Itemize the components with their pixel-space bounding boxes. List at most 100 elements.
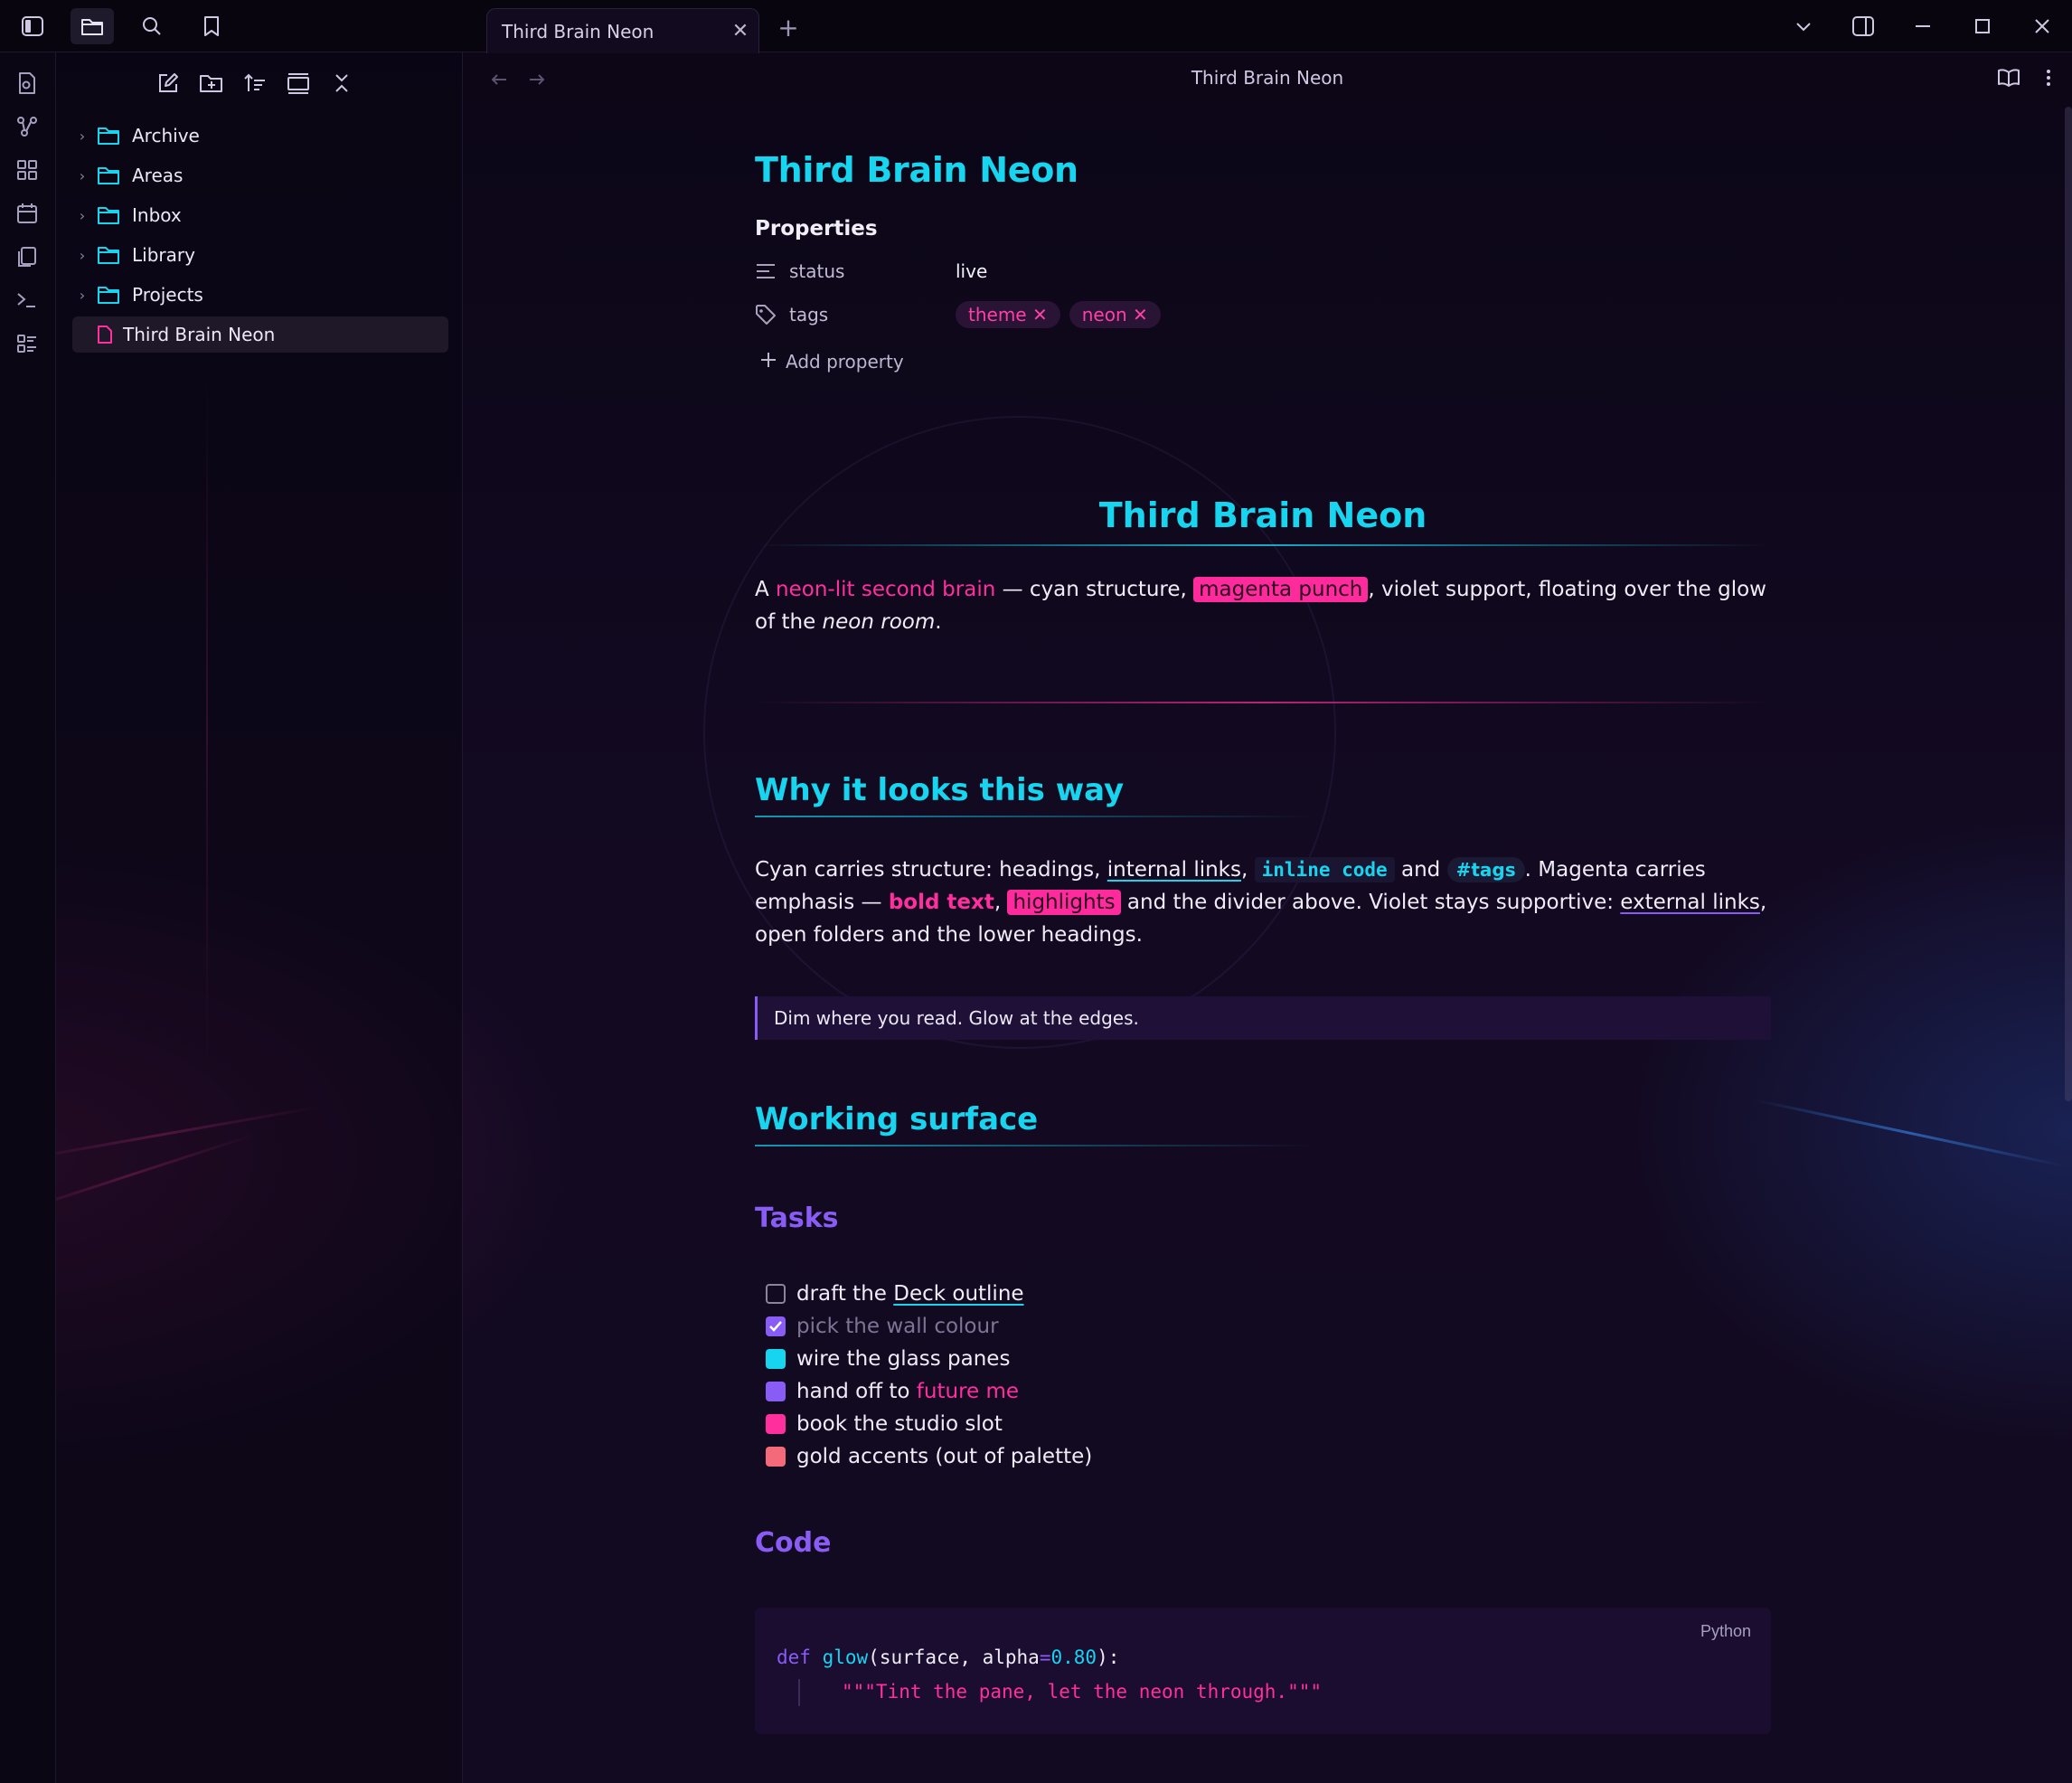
task-label: gold accents (out of palette) xyxy=(796,1445,1093,1468)
chevron-right-icon: › xyxy=(79,246,86,264)
folder-label: Inbox xyxy=(132,204,182,226)
property-key: tags xyxy=(789,304,829,325)
ribbon xyxy=(0,52,56,1783)
folder-library[interactable]: › Library xyxy=(72,235,448,275)
heading-2-working-surface: Working surface xyxy=(755,1101,1771,1146)
task-item: pick the wall colour xyxy=(755,1310,1771,1343)
property-value[interactable]: live xyxy=(956,260,987,282)
checkbox[interactable] xyxy=(766,1284,786,1304)
window-close-icon[interactable] xyxy=(2012,0,2072,52)
view-header: Third Brain Neon xyxy=(463,52,2072,105)
file-label: Third Brain Neon xyxy=(123,324,276,345)
folder-label: Projects xyxy=(132,284,203,306)
note-content: Third Brain Neon Properties status live … xyxy=(755,105,1771,1734)
tab-third-brain-neon[interactable]: Third Brain Neon ✕ xyxy=(486,8,759,53)
view-header-title[interactable]: Third Brain Neon xyxy=(463,67,2072,89)
title-bar: Third Brain Neon ✕ + xyxy=(0,0,2072,53)
folder-projects[interactable]: › Projects xyxy=(72,275,448,315)
code-line: def glow(surface, alpha=0.80): xyxy=(777,1646,1120,1668)
task-list: draft the Deck outline pick the wall col… xyxy=(755,1278,1771,1473)
folder-icon xyxy=(92,245,125,265)
canvas-icon[interactable] xyxy=(11,154,43,186)
code-line: """Tint the pane, let the neon through."… xyxy=(777,1675,1749,1709)
folder-label: Library xyxy=(132,244,195,266)
file-third-brain-neon[interactable]: Third Brain Neon xyxy=(72,316,448,353)
task-item: book the studio slot xyxy=(755,1408,1771,1440)
property-key: status xyxy=(789,260,845,282)
blockquote: Dim where you read. Glow at the edges. xyxy=(755,996,1771,1040)
hashtag[interactable]: #tags xyxy=(1446,857,1525,882)
maximize-icon[interactable] xyxy=(1953,0,2012,52)
horizontal-rule xyxy=(755,702,1771,703)
checkbox-checked[interactable] xyxy=(766,1316,786,1336)
property-status[interactable]: status live xyxy=(755,250,1771,293)
chevron-right-icon: › xyxy=(79,166,86,184)
internal-link[interactable]: future me xyxy=(917,1380,1019,1403)
task-item: wire the glass panes xyxy=(755,1343,1771,1375)
right-sidebar-toggle-icon[interactable] xyxy=(1833,0,1893,52)
folder-areas[interactable]: › Areas xyxy=(72,156,448,195)
sort-icon[interactable] xyxy=(240,69,269,98)
calendar-icon[interactable] xyxy=(11,197,43,230)
task-item: draft the Deck outline xyxy=(755,1278,1771,1310)
code-language-label: Python xyxy=(1700,1622,1751,1640)
inline-title[interactable]: Third Brain Neon xyxy=(755,150,1771,190)
add-property-button[interactable]: Add property xyxy=(755,336,1771,387)
new-note-icon[interactable] xyxy=(154,69,183,98)
file-icon xyxy=(94,325,116,344)
properties-heading[interactable]: Properties xyxy=(755,217,1771,241)
chevron-right-icon: › xyxy=(79,206,86,224)
checkbox-violet[interactable] xyxy=(766,1382,786,1401)
code-block: Python def glow(surface, alpha=0.80): ""… xyxy=(755,1608,1771,1734)
external-link[interactable]: external links xyxy=(1620,891,1760,914)
folder-icon xyxy=(92,126,125,146)
checkbox-coral[interactable] xyxy=(766,1447,786,1467)
text-lines-icon xyxy=(755,262,789,280)
new-tab-button[interactable]: + xyxy=(770,9,806,45)
heading-2-why: Why it looks this way xyxy=(755,772,1771,817)
collapse-all-icon[interactable] xyxy=(327,69,356,98)
file-tree: › Archive › Areas › Inbox › Library › Pr… xyxy=(72,116,448,353)
reading-view-icon[interactable] xyxy=(1992,61,2025,94)
sidebar-toggle-icon[interactable] xyxy=(11,8,54,44)
plus-icon xyxy=(760,351,777,373)
open-quick-switcher-icon[interactable] xyxy=(11,67,43,99)
chevron-down-icon[interactable] xyxy=(1774,0,1833,52)
internal-link[interactable]: Deck outline xyxy=(893,1282,1023,1306)
chevron-right-icon: › xyxy=(79,127,86,145)
tag-pill[interactable]: theme ✕ xyxy=(956,301,1060,328)
heading-3-code: Code xyxy=(755,1527,832,1559)
new-folder-icon[interactable] xyxy=(197,69,226,98)
internal-link[interactable]: neon-lit second brain xyxy=(776,578,995,601)
property-tags[interactable]: tags theme ✕ neon ✕ xyxy=(755,293,1771,336)
folder-icon xyxy=(92,165,125,185)
command-list-icon[interactable] xyxy=(11,327,43,360)
file-explorer-icon[interactable] xyxy=(71,8,114,44)
checkbox-magenta[interactable] xyxy=(766,1414,786,1434)
scrollbar[interactable] xyxy=(2065,107,2072,1101)
checkbox-cyan[interactable] xyxy=(766,1349,786,1369)
bookmark-icon[interactable] xyxy=(190,8,233,44)
remove-tag-icon[interactable]: ✕ xyxy=(1133,304,1148,325)
heading-3-tasks: Tasks xyxy=(755,1203,839,1234)
task-item: gold accents (out of palette) xyxy=(755,1440,1771,1473)
folder-inbox[interactable]: › Inbox xyxy=(72,195,448,235)
folder-icon xyxy=(92,205,125,225)
more-options-icon[interactable] xyxy=(2038,61,2059,94)
graph-view-icon[interactable] xyxy=(11,110,43,143)
folder-archive[interactable]: › Archive xyxy=(72,116,448,156)
close-icon[interactable]: ✕ xyxy=(722,14,758,50)
indent-guide xyxy=(798,1679,800,1706)
terminal-icon[interactable] xyxy=(11,284,43,316)
add-property-label: Add property xyxy=(786,351,904,373)
search-icon[interactable] xyxy=(130,8,174,44)
heading-1: Third Brain Neon xyxy=(755,495,1771,546)
templates-icon[interactable] xyxy=(11,241,43,273)
task-label: wire the glass panes xyxy=(796,1347,1011,1371)
auto-reveal-icon[interactable] xyxy=(284,69,313,98)
internal-link[interactable]: internal links xyxy=(1107,858,1241,882)
minimize-icon[interactable] xyxy=(1893,0,1953,52)
task-label: pick the wall colour xyxy=(796,1315,999,1338)
remove-tag-icon[interactable]: ✕ xyxy=(1032,304,1048,325)
tag-pill[interactable]: neon ✕ xyxy=(1069,301,1161,328)
